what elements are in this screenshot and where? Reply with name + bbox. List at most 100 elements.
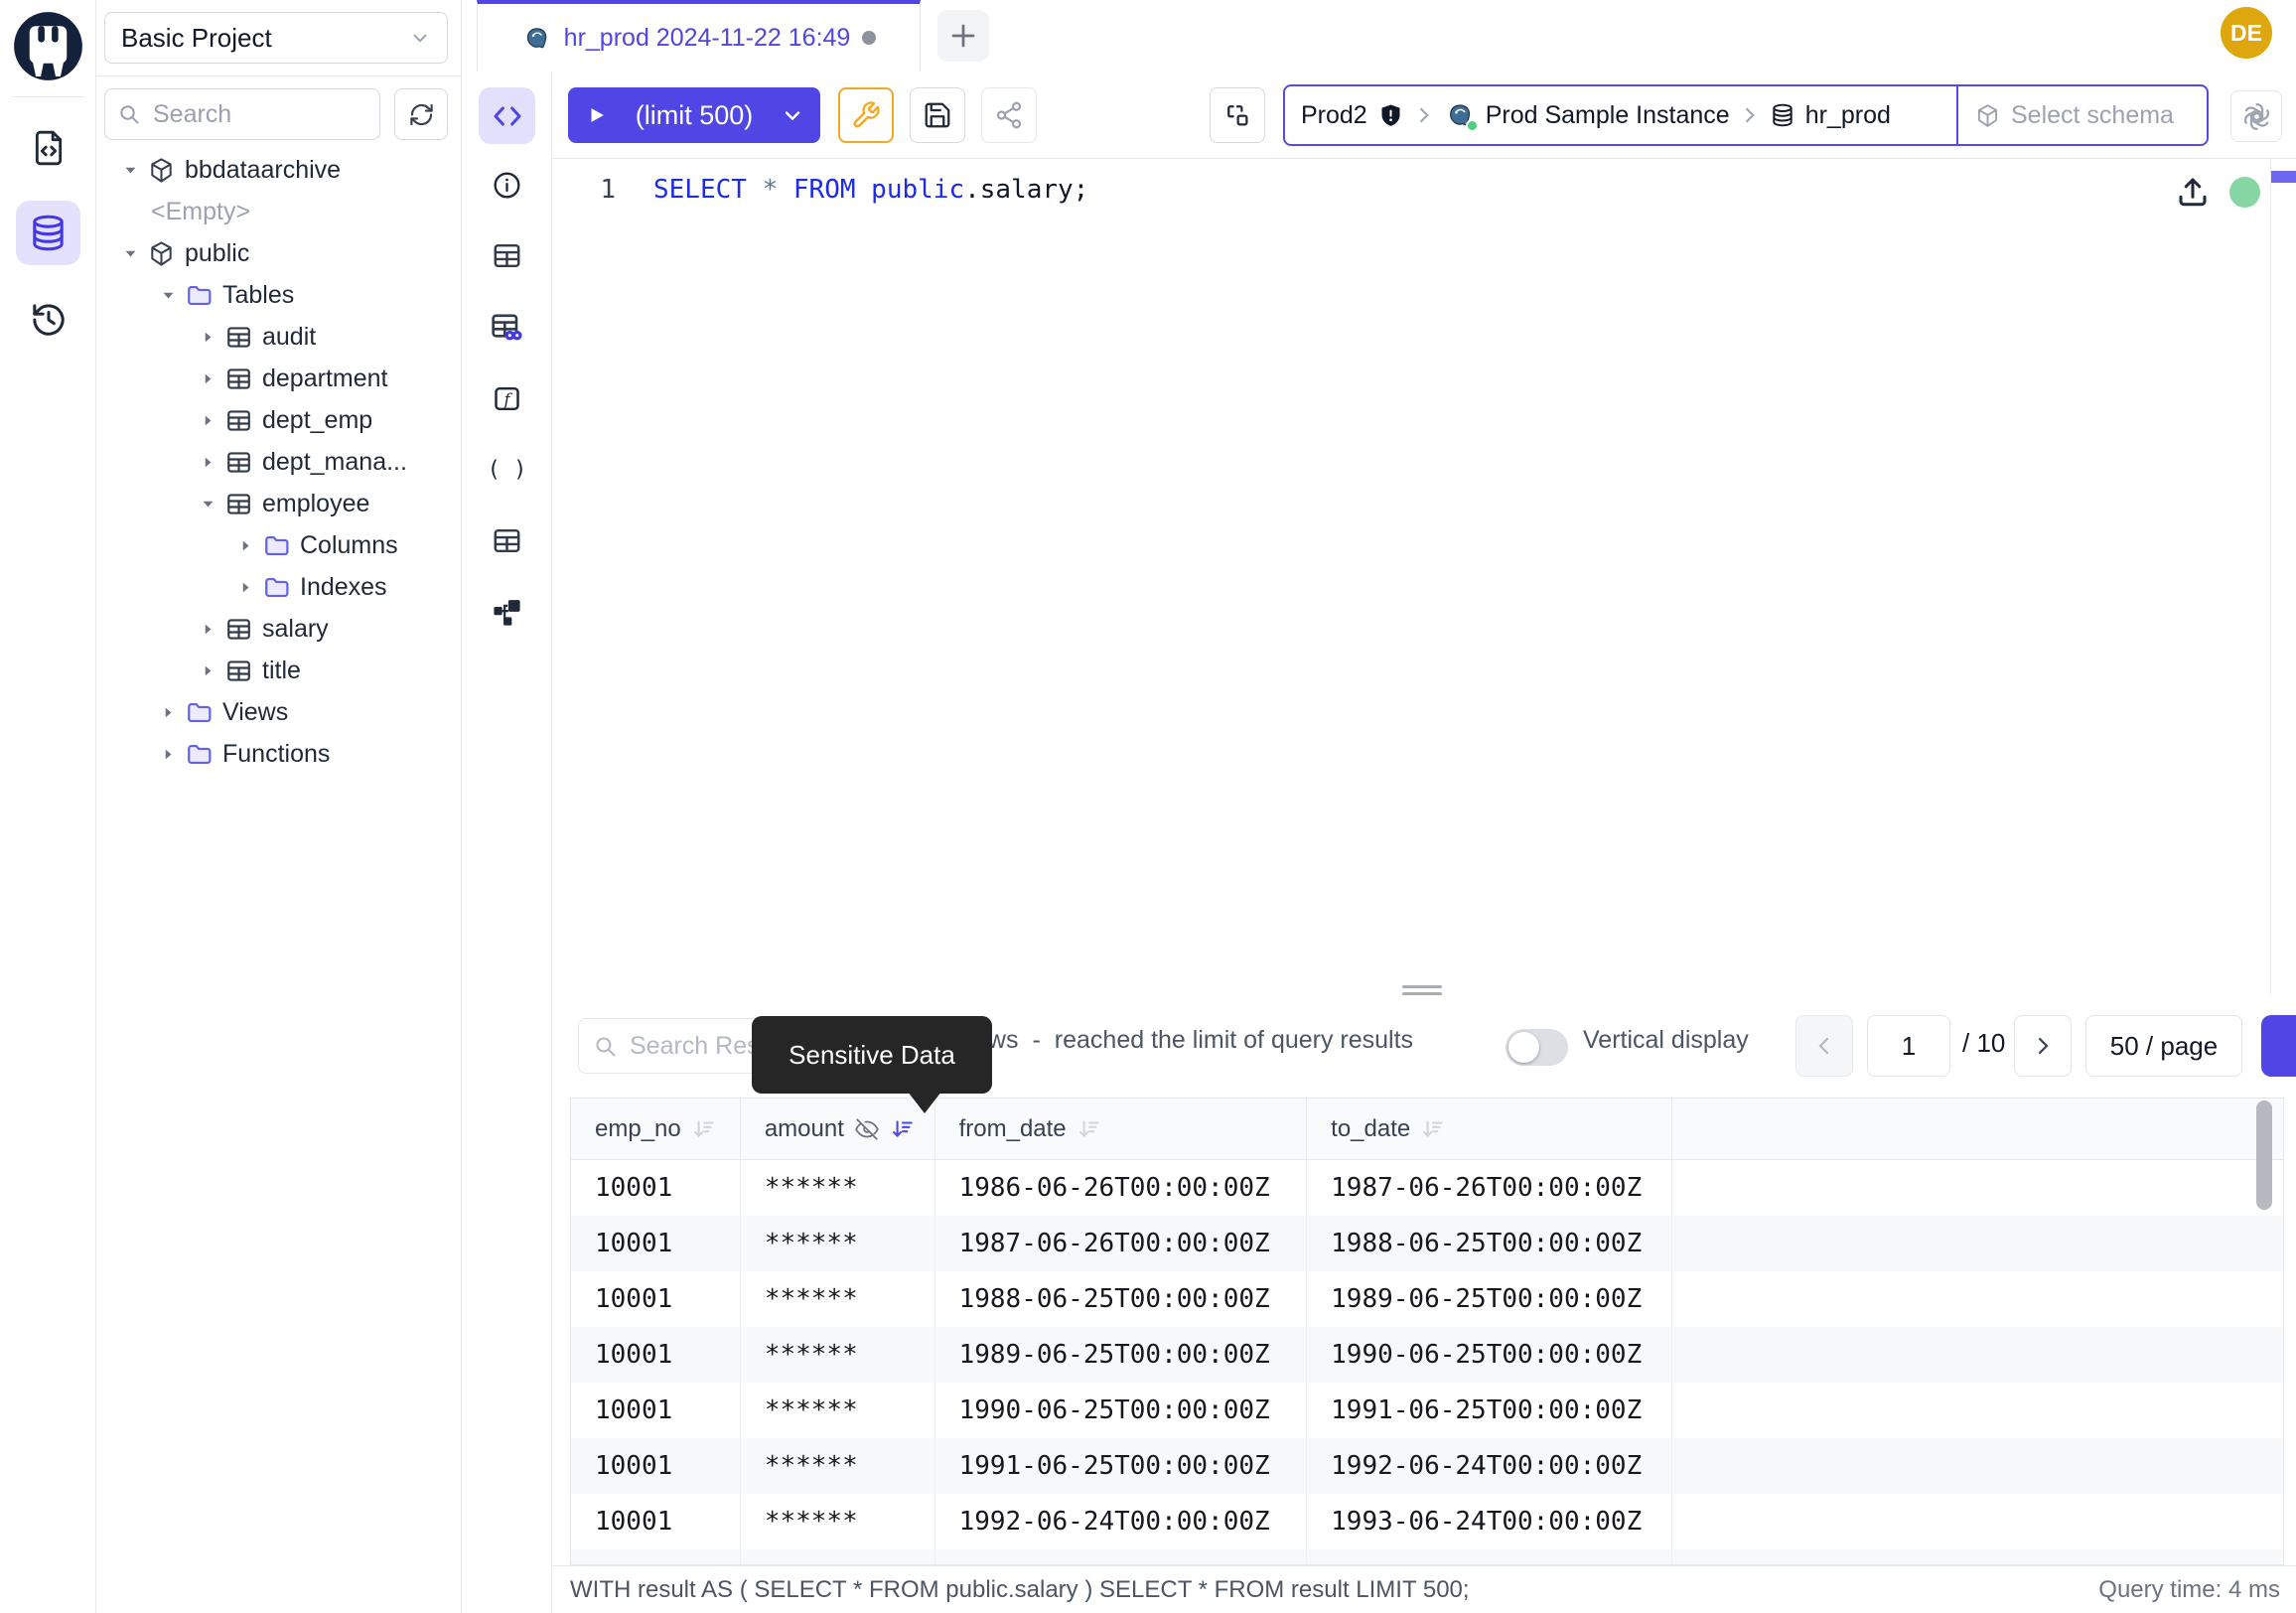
column-header-emp_no[interactable]: emp_no (571, 1099, 741, 1159)
table-cell[interactable]: 10001 (571, 1216, 741, 1271)
new-tab-button[interactable] (937, 10, 989, 62)
schema-selector[interactable]: Select schema (1958, 86, 2207, 144)
tree-item-columns[interactable]: Columns (96, 524, 462, 566)
project-selector[interactable]: Basic Project (104, 12, 448, 64)
tree-item-dept-emp[interactable]: dept_emp (96, 399, 462, 441)
table-cell[interactable]: 1994-06-24T00:00:00Z (1307, 1549, 1672, 1565)
page-number-input[interactable] (1867, 1015, 1950, 1077)
tree-item-functions[interactable]: Functions (96, 733, 462, 775)
ai-assistant-button[interactable] (2230, 90, 2282, 142)
tree-item-department[interactable]: department (96, 358, 462, 399)
table-cell[interactable] (1672, 1438, 2283, 1494)
column-header-empty[interactable] (1672, 1099, 2283, 1159)
chevron-right-icon[interactable] (200, 453, 221, 471)
run-query-button[interactable]: (limit 500) (568, 87, 820, 143)
table-row[interactable]: 10001******1986-06-26T00:00:00Z1987-06-2… (571, 1160, 2283, 1216)
procedures-panel-button[interactable]: ( ) (490, 452, 524, 487)
table-cell[interactable]: 1987-06-26T00:00:00Z (935, 1216, 1308, 1271)
tree-item-title[interactable]: title (96, 650, 462, 691)
table-cell[interactable]: 10001 (571, 1327, 741, 1383)
tree-item-salary[interactable]: salary (96, 608, 462, 650)
format-sql-button[interactable] (838, 87, 894, 143)
code-line[interactable]: 1 SELECT * FROM public.salary; (552, 175, 1088, 205)
table-cell[interactable] (1672, 1327, 2283, 1383)
chevron-down-icon[interactable] (781, 103, 804, 127)
table-cell[interactable]: 1991-06-25T00:00:00Z (1307, 1383, 1672, 1438)
results-scrollbar[interactable] (2256, 1100, 2272, 1210)
save-sheet-button[interactable] (910, 87, 965, 143)
upload-sql-button[interactable] (2174, 173, 2212, 211)
table-row[interactable]: 10001******1990-06-25T00:00:00Z1991-06-2… (571, 1383, 2283, 1438)
export-button[interactable] (2261, 1015, 2296, 1077)
table-cell[interactable] (1672, 1383, 2283, 1438)
tree-item-bbdataarchive[interactable]: bbdataarchive (96, 149, 462, 191)
prev-page-button[interactable] (1795, 1015, 1853, 1077)
table-cell[interactable]: 1988-06-25T00:00:00Z (935, 1271, 1308, 1327)
sql-editor[interactable]: 1 SELECT * FROM public.salary; (552, 159, 2296, 994)
table-panel-button[interactable] (490, 238, 524, 273)
table-cell[interactable]: 1987-06-26T00:00:00Z (1307, 1160, 1672, 1216)
table-row[interactable]: 10001******1987-06-26T00:00:00Z1988-06-2… (571, 1216, 2283, 1271)
table-cell[interactable] (1672, 1549, 2283, 1565)
masked-data-panel-button[interactable] (490, 310, 524, 345)
chevron-down-icon[interactable] (200, 495, 221, 513)
sort-icon[interactable] (691, 1116, 717, 1142)
database-rail-button[interactable] (16, 201, 80, 265)
worksheet-rail-button[interactable] (28, 127, 69, 168)
table-cell[interactable]: 1988-06-25T00:00:00Z (1307, 1216, 1672, 1271)
functions-panel-button[interactable]: f (490, 381, 524, 416)
sql-statement[interactable]: SELECT * FROM public.salary; (653, 175, 1088, 205)
tree-item-tables[interactable]: Tables (96, 274, 462, 316)
schema-diagram-panel-button[interactable] (490, 595, 524, 630)
tree-item-views[interactable]: Views (96, 691, 462, 733)
table-cell[interactable]: 1992-06-24T00:00:00Z (1307, 1438, 1672, 1494)
chevron-down-icon[interactable] (122, 161, 144, 179)
table-row[interactable]: 10001******1992-06-24T00:00:00Z1993-06-2… (571, 1494, 2283, 1549)
table-row[interactable]: 10001******1989-06-25T00:00:00Z1990-06-2… (571, 1327, 2283, 1383)
sort-icon[interactable] (890, 1116, 916, 1142)
tree-item-empty[interactable]: <Empty> (96, 191, 462, 232)
chevron-right-icon[interactable] (160, 703, 182, 721)
sql-editor-mode-button[interactable] (479, 87, 535, 144)
tree-item-dept-mana[interactable]: dept_mana... (96, 441, 462, 483)
connection-context[interactable]: Prod2 Prod Sample Instance (1285, 86, 1956, 144)
next-page-button[interactable] (2014, 1015, 2072, 1077)
table-cell[interactable]: 10001 (571, 1271, 741, 1327)
bytebase-logo-icon[interactable] (11, 9, 85, 83)
table-cell[interactable]: ****** (741, 1494, 935, 1549)
table-cell[interactable]: 1990-06-25T00:00:00Z (1307, 1327, 1672, 1383)
table-cell[interactable]: 10001 (571, 1494, 741, 1549)
user-avatar[interactable]: DE (2221, 7, 2272, 59)
table-cell[interactable]: 1986-06-26T00:00:00Z (935, 1160, 1308, 1216)
table-cell[interactable]: 1990-06-25T00:00:00Z (935, 1383, 1308, 1438)
history-rail-button[interactable] (28, 299, 69, 340)
table-cell[interactable]: 10001 (571, 1383, 741, 1438)
chevron-right-icon[interactable] (200, 620, 221, 638)
table-cell[interactable]: ****** (741, 1327, 935, 1383)
chevron-right-icon[interactable] (200, 661, 221, 679)
tree-item-employee[interactable]: employee (96, 483, 462, 524)
chevron-right-icon[interactable] (160, 745, 182, 763)
table-cell[interactable]: 1993-06-24T00:00:00Z (935, 1549, 1308, 1565)
tab-active-worksheet[interactable]: hr_prod 2024-11-22 16:49 (477, 0, 921, 72)
table-cell[interactable]: 1992-06-24T00:00:00Z (935, 1494, 1308, 1549)
table-cell[interactable]: 1989-06-25T00:00:00Z (1307, 1271, 1672, 1327)
table-cell[interactable] (1672, 1494, 2283, 1549)
table-cell[interactable]: ****** (741, 1549, 935, 1565)
chevron-down-icon[interactable] (122, 244, 144, 262)
chevron-right-icon[interactable] (200, 328, 221, 346)
table-row[interactable]: 10001******1988-06-25T00:00:00Z1989-06-2… (571, 1271, 2283, 1327)
sidebar-search[interactable] (104, 88, 380, 140)
share-sheet-button[interactable] (981, 87, 1037, 143)
table-row[interactable]: 10001******1993-06-24T00:00:00Z1994-06-2… (571, 1549, 2283, 1565)
batch-query-button[interactable] (1210, 87, 1265, 143)
tree-item-public[interactable]: public (96, 232, 462, 274)
column-header-to_date[interactable]: to_date (1307, 1099, 1672, 1159)
refresh-button[interactable] (394, 88, 448, 140)
tree-item-indexes[interactable]: Indexes (96, 566, 462, 608)
table-cell[interactable]: ****** (741, 1160, 935, 1216)
table-cell[interactable]: 10001 (571, 1549, 741, 1565)
table-cell[interactable] (1672, 1216, 2283, 1271)
table-cell[interactable]: 10001 (571, 1160, 741, 1216)
table-cell[interactable]: ****** (741, 1438, 935, 1494)
